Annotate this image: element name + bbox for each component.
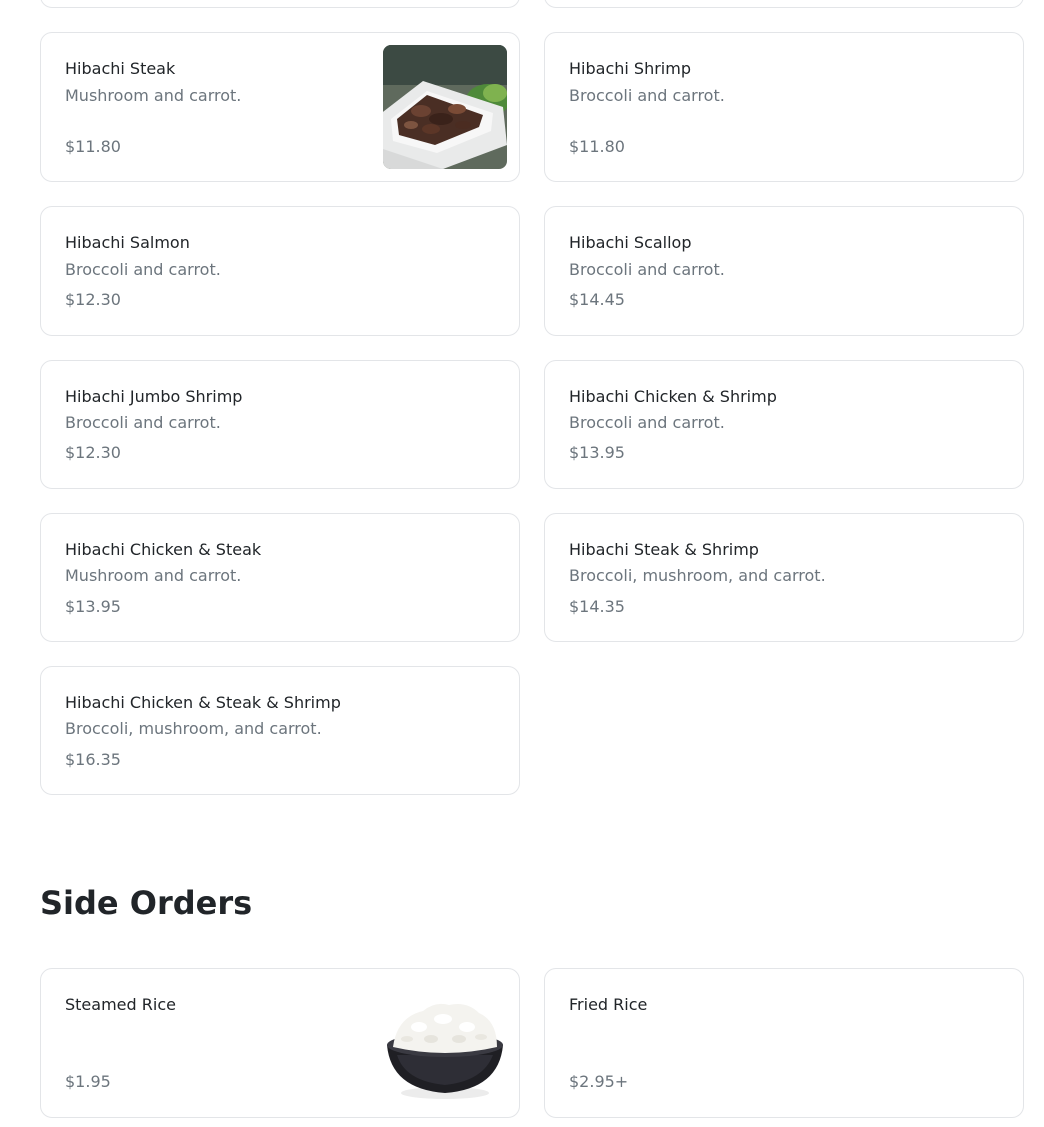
menu-item-hibachi-salmon[interactable]: Hibachi Salmon Broccoli and carrot. $12.… (40, 206, 520, 336)
menu-item-hibachi-steak[interactable]: Hibachi Steak Mushroom and carrot. $11.8… (40, 32, 520, 182)
item-description: Mushroom and carrot. (65, 86, 242, 105)
menu-item-hibachi-chicken-shrimp[interactable]: Hibachi Chicken & Shrimp Broccoli and ca… (544, 360, 1024, 489)
item-name: Fried Rice (569, 995, 648, 1014)
item-name: Steamed Rice (65, 995, 176, 1014)
item-name: Hibachi Chicken & Steak & Shrimp (65, 693, 341, 712)
menu-item-fried-rice[interactable]: Fried Rice $2.95+ (544, 968, 1024, 1118)
item-description: Broccoli and carrot. (569, 86, 725, 105)
item-price: $16.35 (65, 750, 121, 769)
item-description: Broccoli and carrot. (569, 413, 725, 432)
item-price: $2.95+ (569, 1072, 629, 1091)
hibachi-steak-photo (383, 45, 507, 169)
menu-item-hibachi-steak-shrimp[interactable]: Hibachi Steak & Shrimp Broccoli, mushroo… (544, 513, 1024, 642)
item-price: $13.95 (65, 597, 121, 616)
item-name: Hibachi Steak & Shrimp (569, 540, 759, 559)
item-name: Hibachi Steak (65, 59, 176, 78)
item-description: Broccoli and carrot. (569, 260, 725, 279)
item-name: Hibachi Chicken & Steak (65, 540, 262, 559)
item-description: Broccoli and carrot. (65, 260, 221, 279)
item-price: $14.45 (569, 290, 625, 309)
item-description: Mushroom and carrot. (65, 566, 242, 585)
section-title-side-orders: Side Orders (40, 884, 253, 922)
item-price: $11.80 (65, 137, 121, 156)
item-name: Hibachi Chicken & Shrimp (569, 387, 777, 406)
menu-item-hibachi-chicken-steak-shrimp[interactable]: Hibachi Chicken & Steak & Shrimp Broccol… (40, 666, 520, 795)
item-description: Broccoli and carrot. (65, 413, 221, 432)
menu-item-hibachi-jumbo-shrimp[interactable]: Hibachi Jumbo Shrimp Broccoli and carrot… (40, 360, 520, 489)
item-description: Broccoli, mushroom, and carrot. (65, 719, 322, 738)
item-name: Hibachi Salmon (65, 233, 190, 252)
menu-item-card-partial[interactable] (40, 0, 520, 8)
menu-item-card-partial[interactable] (544, 0, 1024, 8)
item-name: Hibachi Shrimp (569, 59, 691, 78)
menu-item-steamed-rice[interactable]: Steamed Rice $1.95 (40, 968, 520, 1118)
item-name: Hibachi Jumbo Shrimp (65, 387, 243, 406)
steamed-rice-photo (383, 981, 507, 1105)
item-price: $12.30 (65, 290, 121, 309)
item-price: $13.95 (569, 443, 625, 462)
menu-item-hibachi-scallop[interactable]: Hibachi Scallop Broccoli and carrot. $14… (544, 206, 1024, 336)
item-price: $14.35 (569, 597, 625, 616)
item-price: $12.30 (65, 443, 121, 462)
menu-item-hibachi-chicken-steak[interactable]: Hibachi Chicken & Steak Mushroom and car… (40, 513, 520, 642)
item-description: Broccoli, mushroom, and carrot. (569, 566, 826, 585)
item-price: $1.95 (65, 1072, 111, 1091)
menu-item-hibachi-shrimp[interactable]: Hibachi Shrimp Broccoli and carrot. $11.… (544, 32, 1024, 182)
item-name: Hibachi Scallop (569, 233, 692, 252)
item-price: $11.80 (569, 137, 625, 156)
